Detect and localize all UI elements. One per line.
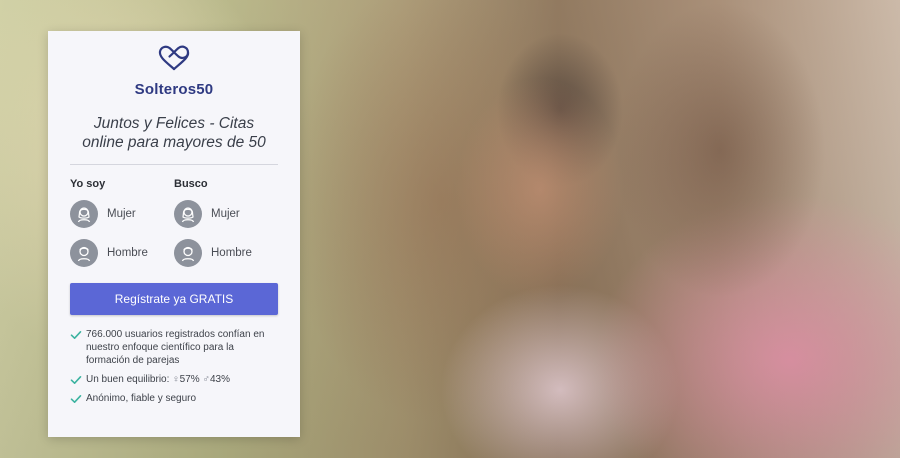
check-icon <box>70 331 82 339</box>
man-avatar-icon <box>70 239 98 267</box>
seeking-woman-label: Mujer <box>211 208 240 220</box>
brand-name: Solteros50 <box>134 81 214 98</box>
seeking-man-option[interactable]: Hombre <box>174 238 278 268</box>
male-percentage: 43% <box>209 374 230 385</box>
man-avatar-icon <box>174 239 202 267</box>
feature-item: Anónimo, fiable y seguro <box>70 392 278 405</box>
feature-list: 766.000 usuarios registrados confían en … <box>70 328 278 405</box>
feature-item: Un buen equilibrio: ♀57% ♂43% <box>70 373 278 386</box>
woman-avatar-icon <box>70 200 98 228</box>
woman-avatar-icon <box>174 200 202 228</box>
seeking-woman-option[interactable]: Mujer <box>174 199 278 229</box>
check-icon <box>70 376 82 384</box>
iam-woman-label: Mujer <box>107 208 136 220</box>
seeking-column: Busco Mujer Hombre <box>174 178 278 277</box>
infinity-heart-icon <box>158 45 190 71</box>
signup-card: Solteros50 Juntos y Felices - Citas onli… <box>48 31 300 437</box>
male-symbol: ♂ <box>202 374 210 385</box>
iam-man-label: Hombre <box>107 247 148 259</box>
iam-column: Yo soy Mujer Hombre <box>70 178 174 277</box>
divider <box>70 164 278 165</box>
female-symbol: ♀ <box>172 374 180 385</box>
balance-prefix: Un buen equilibrio: <box>86 374 170 385</box>
logo[interactable]: Solteros50 <box>70 31 278 98</box>
iam-title: Yo soy <box>70 178 106 190</box>
feature-users-text: 766.000 usuarios registrados confían en … <box>86 329 265 366</box>
check-icon <box>70 395 82 403</box>
feature-secure-text: Anónimo, fiable y seguro <box>86 393 197 404</box>
seeking-man-label: Hombre <box>211 247 252 259</box>
gender-selection: Yo soy Mujer Hombre Busco Mujer Hombre <box>70 178 278 277</box>
feature-item: 766.000 usuarios registrados confían en … <box>70 328 278 367</box>
iam-man-option[interactable]: Hombre <box>70 238 174 268</box>
tagline: Juntos y Felices - Citas online para may… <box>82 115 266 151</box>
female-percentage: 57% <box>179 374 200 385</box>
seeking-title: Busco <box>174 178 208 190</box>
feature-balance-text: Un buen equilibrio: ♀57% ♂43% <box>86 373 230 386</box>
iam-woman-option[interactable]: Mujer <box>70 199 174 229</box>
register-free-button[interactable]: Regístrate ya GRATIS <box>70 283 278 315</box>
